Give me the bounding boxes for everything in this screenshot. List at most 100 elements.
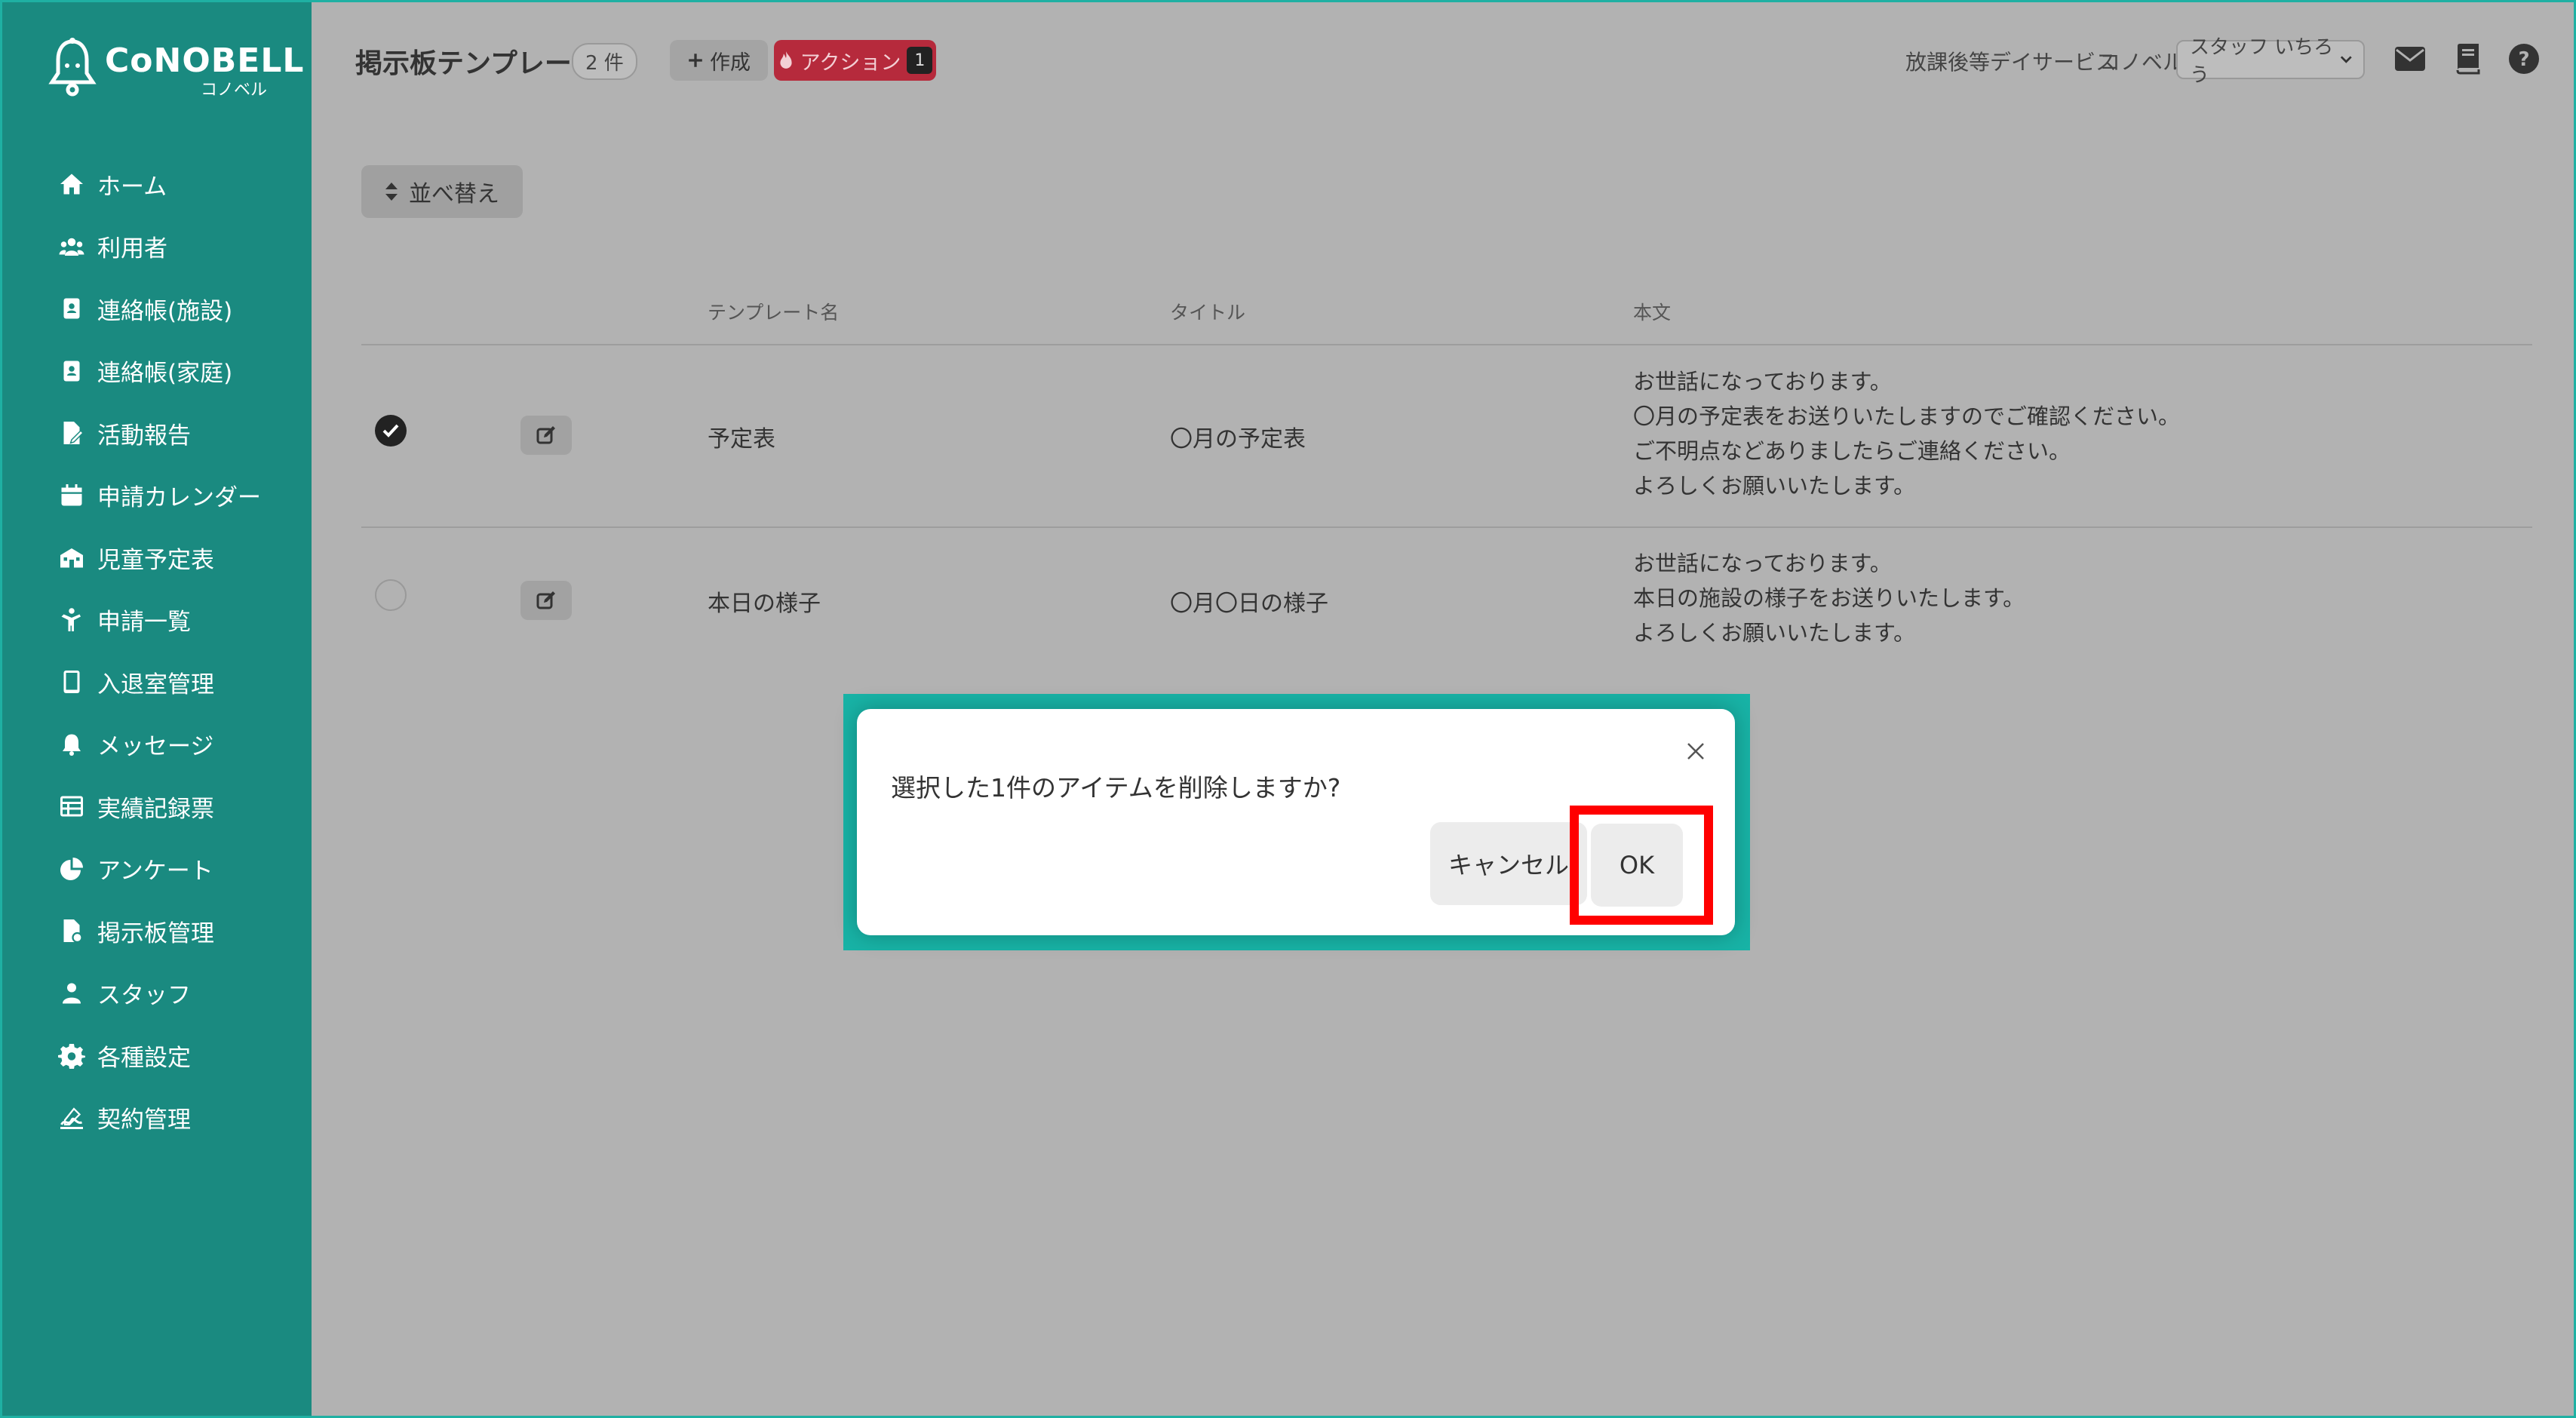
- mail-button[interactable]: [2393, 41, 2427, 76]
- sort-icon: [385, 183, 398, 201]
- staff-select[interactable]: スタッフ いちろう: [2176, 36, 2365, 87]
- calendar-icon: [61, 483, 82, 506]
- title-cell: 〇月〇日の様子: [1170, 591, 1328, 617]
- check-icon: [382, 424, 399, 437]
- dialog-close-button[interactable]: [1682, 738, 1709, 765]
- sidebar-item-board[interactable]: 掲示板管理: [2, 900, 312, 962]
- sidebar-item-child-schedule[interactable]: 児童予定表: [2, 526, 312, 589]
- sidebar: CoNOBELL コノベル ホーム 利用者 連絡帳(施設) 連絡帳(家庭) 活動…: [2, 2, 312, 1416]
- row-checkbox[interactable]: [375, 579, 407, 611]
- sidebar-item-settings[interactable]: 各種設定: [2, 1024, 312, 1087]
- column-header-template-name[interactable]: テンプレート名: [708, 298, 839, 325]
- home-icon: [60, 173, 83, 195]
- sidebar-item-contact-home[interactable]: 連絡帳(家庭): [2, 340, 312, 403]
- sidebar-item-survey[interactable]: アンケート: [2, 838, 312, 901]
- help-button[interactable]: ?: [2507, 41, 2541, 76]
- template-name-cell: 本日の様子: [708, 591, 821, 617]
- contact-book-icon: [63, 298, 80, 319]
- report-icon: [63, 422, 84, 445]
- sidebar-item-label: スタッフ: [97, 982, 191, 1010]
- bell-icon: [63, 734, 81, 756]
- facility-name: 放課後等デイサービス: [1905, 50, 2117, 75]
- pie-chart-icon: [60, 857, 83, 880]
- row-checkbox[interactable]: [375, 415, 407, 447]
- edit-icon: [536, 591, 555, 609]
- sidebar-item-label: 入退室管理: [97, 671, 214, 698]
- sidebar-item-label: 各種設定: [97, 1044, 191, 1072]
- body-line: お世話になっております。: [1633, 551, 1892, 576]
- sidebar-item-label: メッセージ: [97, 733, 214, 761]
- ok-button[interactable]: OK: [1591, 824, 1683, 907]
- action-button-label: アクション: [800, 51, 901, 75]
- sidebar-item-label: 契約管理: [97, 1106, 191, 1134]
- logo-subtitle: コノベル: [201, 81, 268, 100]
- edit-icon: [536, 426, 555, 444]
- column-header-body[interactable]: 本文: [1633, 298, 1671, 325]
- create-button[interactable]: 作成: [670, 40, 768, 81]
- sidebar-item-messages[interactable]: メッセージ: [2, 714, 312, 776]
- sidebar-item-contact-facility[interactable]: 連絡帳(施設): [2, 278, 312, 340]
- sidebar-item-contract[interactable]: 契約管理: [2, 1087, 312, 1149]
- row-divider: [361, 526, 2532, 528]
- sidebar-item-calendar[interactable]: 申請カレンダー: [2, 465, 312, 527]
- sidebar-item-label: 利用者: [97, 235, 167, 263]
- sidebar-item-label: ホーム: [97, 173, 167, 201]
- edit-button[interactable]: [520, 581, 572, 620]
- action-count-badge: 1: [907, 47, 933, 74]
- app-window: CoNOBELL コノベル ホーム 利用者 連絡帳(施設) 連絡帳(家庭) 活動…: [0, 0, 2576, 1418]
- sidebar-item-label: 申請一覧: [97, 609, 191, 637]
- fire-icon: [780, 51, 792, 69]
- contract-icon: [60, 1107, 83, 1129]
- sidebar-item-records[interactable]: 実績記録票: [2, 775, 312, 838]
- gear-icon: [58, 1044, 85, 1070]
- sidebar-item-label: 連絡帳(家庭): [97, 360, 233, 388]
- bell-logo-icon: [48, 38, 97, 97]
- body-line: 〇月の予定表をお送りいたしますのでご確認ください。: [1633, 404, 2181, 429]
- users-icon: [59, 238, 84, 256]
- manual-button[interactable]: [2450, 41, 2485, 76]
- chevron-down-icon: [2341, 56, 2353, 63]
- sidebar-item-label: 掲示板管理: [97, 919, 214, 947]
- plus-icon: [689, 54, 702, 67]
- sort-button[interactable]: 並べ替え: [361, 165, 523, 218]
- sidebar-nav: ホーム 利用者 連絡帳(施設) 連絡帳(家庭) 活動報告 申請カレンダー 児童予…: [2, 153, 312, 1149]
- school-icon: [60, 548, 83, 568]
- confirm-dialog: 選択した1件のアイテムを削除しますか? キャンセル OK: [857, 709, 1735, 935]
- svg-text:?: ?: [2518, 48, 2529, 71]
- sidebar-item-staff[interactable]: スタッフ: [2, 962, 312, 1025]
- sidebar-item-activity-report[interactable]: 活動報告: [2, 402, 312, 465]
- book-icon: [2456, 44, 2480, 75]
- sidebar-item-applications[interactable]: 申請一覧: [2, 589, 312, 652]
- sidebar-item-label: 活動報告: [97, 422, 191, 450]
- sort-button-label: 並べ替え: [409, 181, 499, 207]
- sidebar-item-label: 連絡帳(施設): [97, 297, 233, 325]
- body-line: 本日の施設の様子をお送りいたします。: [1633, 585, 2025, 611]
- logo[interactable]: CoNOBELL コノベル: [46, 34, 303, 102]
- body-line: お世話になっております。: [1633, 369, 1892, 394]
- organization-name: コノベル: [2099, 50, 2185, 75]
- template-name-cell: 予定表: [708, 426, 775, 453]
- sidebar-item-label: 申請カレンダー: [97, 484, 261, 512]
- action-button[interactable]: アクション 1: [774, 40, 936, 81]
- help-icon: ?: [2509, 44, 2539, 74]
- table-icon: [60, 796, 83, 817]
- body-line: よろしくお願いいたします。: [1633, 620, 1916, 646]
- dialog-highlight-frame: 選択した1件のアイテムを削除しますか? キャンセル OK: [843, 694, 1750, 950]
- edit-button[interactable]: [520, 416, 572, 455]
- sidebar-item-label: アンケート: [97, 858, 213, 885]
- title-cell: 〇月の予定表: [1170, 426, 1306, 453]
- tablet-icon: [63, 671, 80, 694]
- board-icon: [63, 919, 83, 944]
- sidebar-item-attendance[interactable]: 入退室管理: [2, 651, 312, 714]
- cancel-button[interactable]: キャンセル: [1430, 822, 1587, 905]
- staff-select-value: スタッフ いちろう: [2190, 36, 2334, 87]
- body-cell: お世話になっております。 〇月の予定表をお送りいたしますのでご確認ください。 ご…: [1633, 364, 2180, 503]
- sidebar-item-users[interactable]: 利用者: [2, 216, 312, 278]
- sidebar-item-home[interactable]: ホーム: [2, 153, 312, 216]
- sidebar-item-label: 実績記録票: [97, 795, 214, 823]
- body-cell: お世話になっております。 本日の施設の様子をお送りいたします。 よろしくお願いい…: [1633, 546, 2025, 650]
- mail-icon: [2395, 47, 2425, 71]
- dialog-message: 選択した1件のアイテムを削除しますか?: [891, 773, 1341, 803]
- create-button-label: 作成: [710, 51, 751, 75]
- column-header-title[interactable]: タイトル: [1170, 298, 1245, 325]
